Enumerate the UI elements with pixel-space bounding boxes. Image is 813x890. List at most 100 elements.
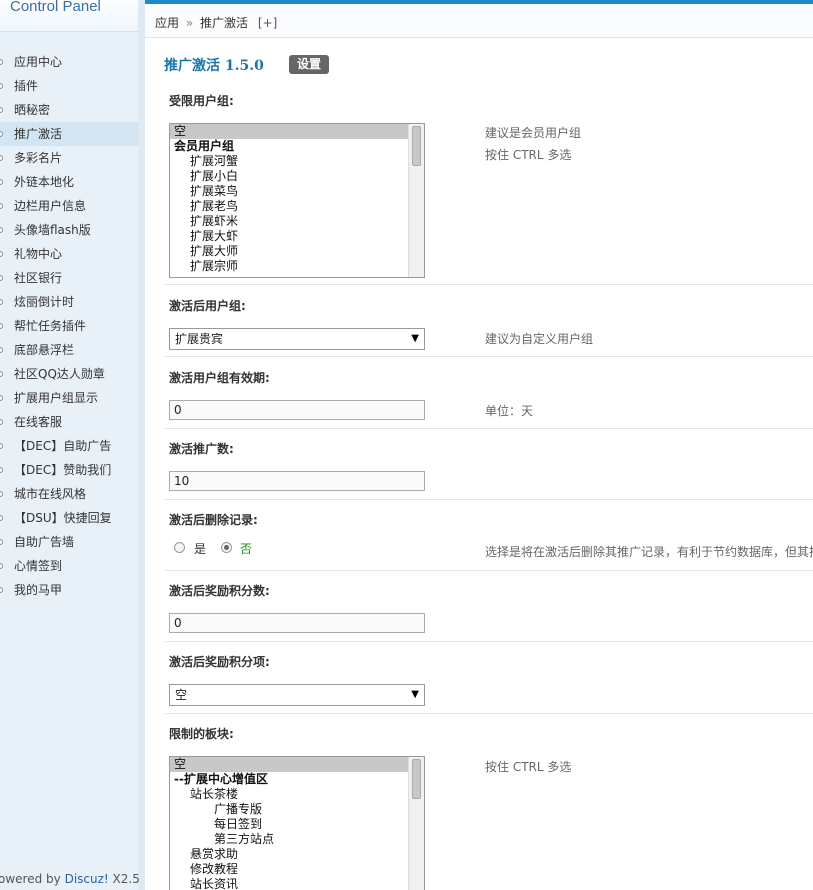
listbox-option[interactable]: 扩展小白: [170, 169, 424, 184]
bullet-icon: [0, 491, 3, 497]
reward-points-label: 激活后奖励积分数:: [169, 584, 270, 598]
sidebar-item[interactable]: 插件: [0, 74, 138, 98]
delete-records-no-label: 否: [240, 542, 253, 556]
delete-records-yes-radio[interactable]: [174, 542, 185, 553]
delete-records-radio-group: 是 否: [174, 542, 274, 556]
bullet-icon: [0, 155, 3, 161]
sidebar-item[interactable]: 在线客服: [0, 410, 138, 434]
bullet-icon: [0, 539, 3, 545]
scrollbar-thumb[interactable]: [412, 759, 421, 799]
sidebar-item[interactable]: 自助广告墙: [0, 530, 138, 554]
sidebar-item[interactable]: 外链本地化: [0, 170, 138, 194]
restricted-groups-label: 受限用户组:: [169, 94, 234, 108]
bullet-icon: [0, 179, 3, 185]
limited-boards-hint: 按住 CTRL 多选: [485, 760, 572, 774]
listbox-option[interactable]: 第三方站点: [170, 832, 424, 847]
breadcrumb-root[interactable]: 应用: [155, 16, 179, 30]
sidebar-item[interactable]: 礼物中心: [0, 242, 138, 266]
sidebar-item[interactable]: 帮忙任务插件: [0, 314, 138, 338]
sidebar-item[interactable]: 头像墙flash版: [0, 218, 138, 242]
group-validity-label: 激活用户组有效期:: [169, 371, 270, 385]
sidebar-item-label: 心情签到: [14, 559, 63, 573]
bullet-icon: [0, 515, 3, 521]
powered-prefix: owered by: [0, 872, 61, 886]
bullet-icon: [0, 419, 3, 425]
listbox-option[interactable]: 修改教程: [170, 862, 424, 877]
sidebar-item-label: 炫丽倒计时: [14, 295, 75, 309]
sidebar-item[interactable]: 推广激活: [0, 122, 138, 146]
scrollbar-thumb[interactable]: [412, 126, 421, 166]
listbox-option[interactable]: 扩展大虾: [170, 229, 424, 244]
bullet-icon: [0, 251, 3, 257]
activated-group-select[interactable]: 扩展贵宾 ▼: [169, 328, 425, 350]
divider: [165, 284, 813, 285]
breadcrumb-add-button[interactable]: [+]: [258, 16, 277, 30]
listbox-option[interactable]: 扩展菜鸟: [170, 184, 424, 199]
delete-records-label: 激活后删除记录:: [169, 513, 258, 527]
listbox-option[interactable]: 扩展老鸟: [170, 199, 424, 214]
listbox-option[interactable]: 悬赏求助: [170, 847, 424, 862]
listbox-scrollbar[interactable]: [408, 757, 424, 890]
sidebar-item-label: 多彩名片: [14, 151, 63, 165]
listbox-option[interactable]: 空: [170, 124, 424, 139]
page-title: 推广激活 1.5.0: [164, 58, 264, 74]
app-window: Control Panel 应用中心插件晒秘密推广激活多彩名片外链本地化 边栏用户…: [0, 0, 813, 890]
listbox-option[interactable]: 站长资讯: [170, 877, 424, 890]
promo-count-input[interactable]: 10: [169, 471, 425, 491]
sidebar-item[interactable]: 社区QQ达人勋章: [0, 362, 138, 386]
listbox-option[interactable]: 站长茶楼: [170, 787, 424, 802]
sidebar-item-label: 插件: [14, 79, 39, 93]
delete-records-no-radio[interactable]: [221, 542, 232, 553]
bullet-icon: [0, 59, 3, 65]
sidebar-item[interactable]: 底部悬浮栏: [0, 338, 138, 362]
group-validity-hint: 单位：天: [485, 404, 534, 418]
powered-brand[interactable]: Discuz!: [65, 872, 109, 886]
reward-points-input[interactable]: 0: [169, 613, 425, 633]
limited-boards-listbox[interactable]: 空 --扩展中心增值区 站长茶楼 广播专版 每日签到 第三方站点 悬赏求助 修改教程 站长资讯: [169, 756, 425, 890]
group-validity-input[interactable]: 0: [169, 400, 425, 420]
settings-button[interactable]: 设置: [289, 55, 329, 74]
listbox-option[interactable]: 扩展虾米: [170, 214, 424, 229]
sidebar-item-label: 应用中心: [14, 55, 63, 69]
listbox-option[interactable]: 扩展河蟹: [170, 154, 424, 169]
listbox-option[interactable]: --扩展中心增值区: [170, 772, 424, 787]
promo-count-label: 激活推广数:: [169, 442, 234, 456]
sidebar-item[interactable]: 炫丽倒计时: [0, 290, 138, 314]
sidebar-item[interactable]: 社区银行: [0, 266, 138, 290]
sidebar-item[interactable]: 应用中心: [0, 50, 138, 74]
bullet-icon: [0, 131, 3, 137]
listbox-option[interactable]: 空: [170, 757, 424, 772]
bullet-icon: [0, 467, 3, 473]
sidebar-item[interactable]: 我的马甲: [0, 578, 138, 602]
restricted-groups-listbox[interactable]: 空会员用户组 扩展河蟹 扩展小白 扩展菜鸟 扩展老鸟 扩展虾米 扩展大虾 扩展大师 扩展宗师: [169, 123, 425, 278]
sidebar-item[interactable]: 晒秘密: [0, 98, 138, 122]
sidebar-item[interactable]: 【DEC】赞助我们: [0, 458, 138, 482]
listbox-option[interactable]: 扩展大师: [170, 244, 424, 259]
bullet-icon: [0, 587, 3, 593]
listbox-option[interactable]: 会员用户组: [170, 139, 424, 154]
listbox-option[interactable]: 扩展宗师: [170, 259, 424, 274]
brand-title: Control Panel: [10, 0, 101, 15]
bullet-icon: [0, 83, 3, 89]
sidebar-item[interactable]: 边栏用户信息: [0, 194, 138, 218]
reward-type-select[interactable]: 空 ▼: [169, 684, 425, 706]
divider: [165, 570, 813, 571]
breadcrumb: 应用 » 推广激活 [+]: [155, 14, 277, 31]
sidebar-item-label: 推广激活: [14, 127, 63, 141]
reward-type-label: 激活后奖励积分项:: [169, 655, 270, 669]
listbox-option[interactable]: 每日签到: [170, 817, 424, 832]
bullet-icon: [0, 443, 3, 449]
sidebar-item[interactable]: 扩展用户组显示: [0, 386, 138, 410]
sidebar-item[interactable]: 【DEC】自助广告: [0, 434, 138, 458]
sidebar-item[interactable]: 【DSU】快捷回复: [0, 506, 138, 530]
sidebar-item[interactable]: 城市在线风格: [0, 482, 138, 506]
listbox-option[interactable]: 广播专版: [170, 802, 424, 817]
listbox-scrollbar[interactable]: [408, 124, 424, 277]
sidebar-item-label: 在线客服: [14, 415, 63, 429]
sidebar-item[interactable]: 多彩名片: [0, 146, 138, 170]
sidebar-item[interactable]: 心情签到: [0, 554, 138, 578]
sidebar-item-label: 社区银行: [14, 271, 63, 285]
bullet-icon: [0, 347, 3, 353]
bullet-icon: [0, 227, 3, 233]
delete-records-hint: 选择是将在激活后删除其推广记录，有利于节约数据库，但其推: [485, 545, 813, 559]
